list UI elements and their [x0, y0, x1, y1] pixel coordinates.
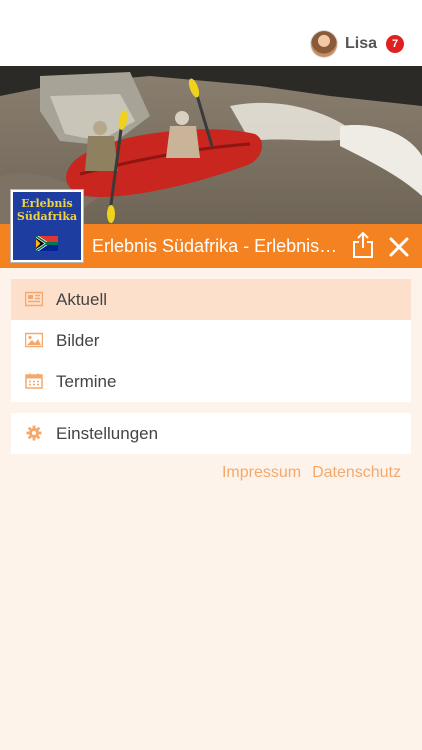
south-africa-flag-icon — [36, 236, 58, 251]
menu-label-einstellungen: Einstellungen — [56, 423, 159, 443]
calendar-icon — [25, 373, 43, 389]
image-icon — [25, 332, 43, 348]
user-profile[interactable]: Lisa 7 — [310, 30, 404, 58]
notification-badge[interactable]: 7 — [386, 35, 404, 53]
menu-item-bilder[interactable]: Bilder — [11, 320, 411, 361]
gear-icon — [26, 425, 42, 441]
datenschutz-link[interactable]: Datenschutz — [312, 464, 401, 482]
menu-label-aktuell: Aktuell — [56, 289, 108, 309]
menu-item-aktuell[interactable]: Aktuell — [11, 279, 411, 320]
impressum-link[interactable]: Impressum — [222, 464, 301, 482]
logo-line-2: Südafrika — [16, 210, 78, 223]
menu-label-termine: Termine — [56, 371, 117, 391]
footer-links: Impressum Datenschutz — [222, 464, 401, 482]
menu-item-termine[interactable]: Termine — [11, 361, 411, 402]
menu-item-einstellungen[interactable]: Einstellungen — [11, 413, 411, 454]
avatar[interactable] — [310, 31, 337, 57]
share-icon[interactable] — [352, 232, 374, 258]
top-bar: Lisa 7 — [0, 0, 422, 66]
close-icon[interactable] — [388, 236, 410, 258]
group-title: Erlebnis Südafrika - Erlebnis Südafrika — [92, 236, 342, 256]
group-logo: Erlebnis Südafrika — [11, 190, 83, 262]
menu-label-bilder: Bilder — [56, 330, 100, 350]
newspaper-icon — [25, 291, 43, 307]
logo-line-1: Erlebnis — [21, 197, 73, 210]
settings-menu: Einstellungen — [11, 413, 411, 454]
user-name[interactable]: Lisa — [345, 35, 377, 53]
main-menu: Aktuell Bilder Termine — [11, 279, 411, 402]
